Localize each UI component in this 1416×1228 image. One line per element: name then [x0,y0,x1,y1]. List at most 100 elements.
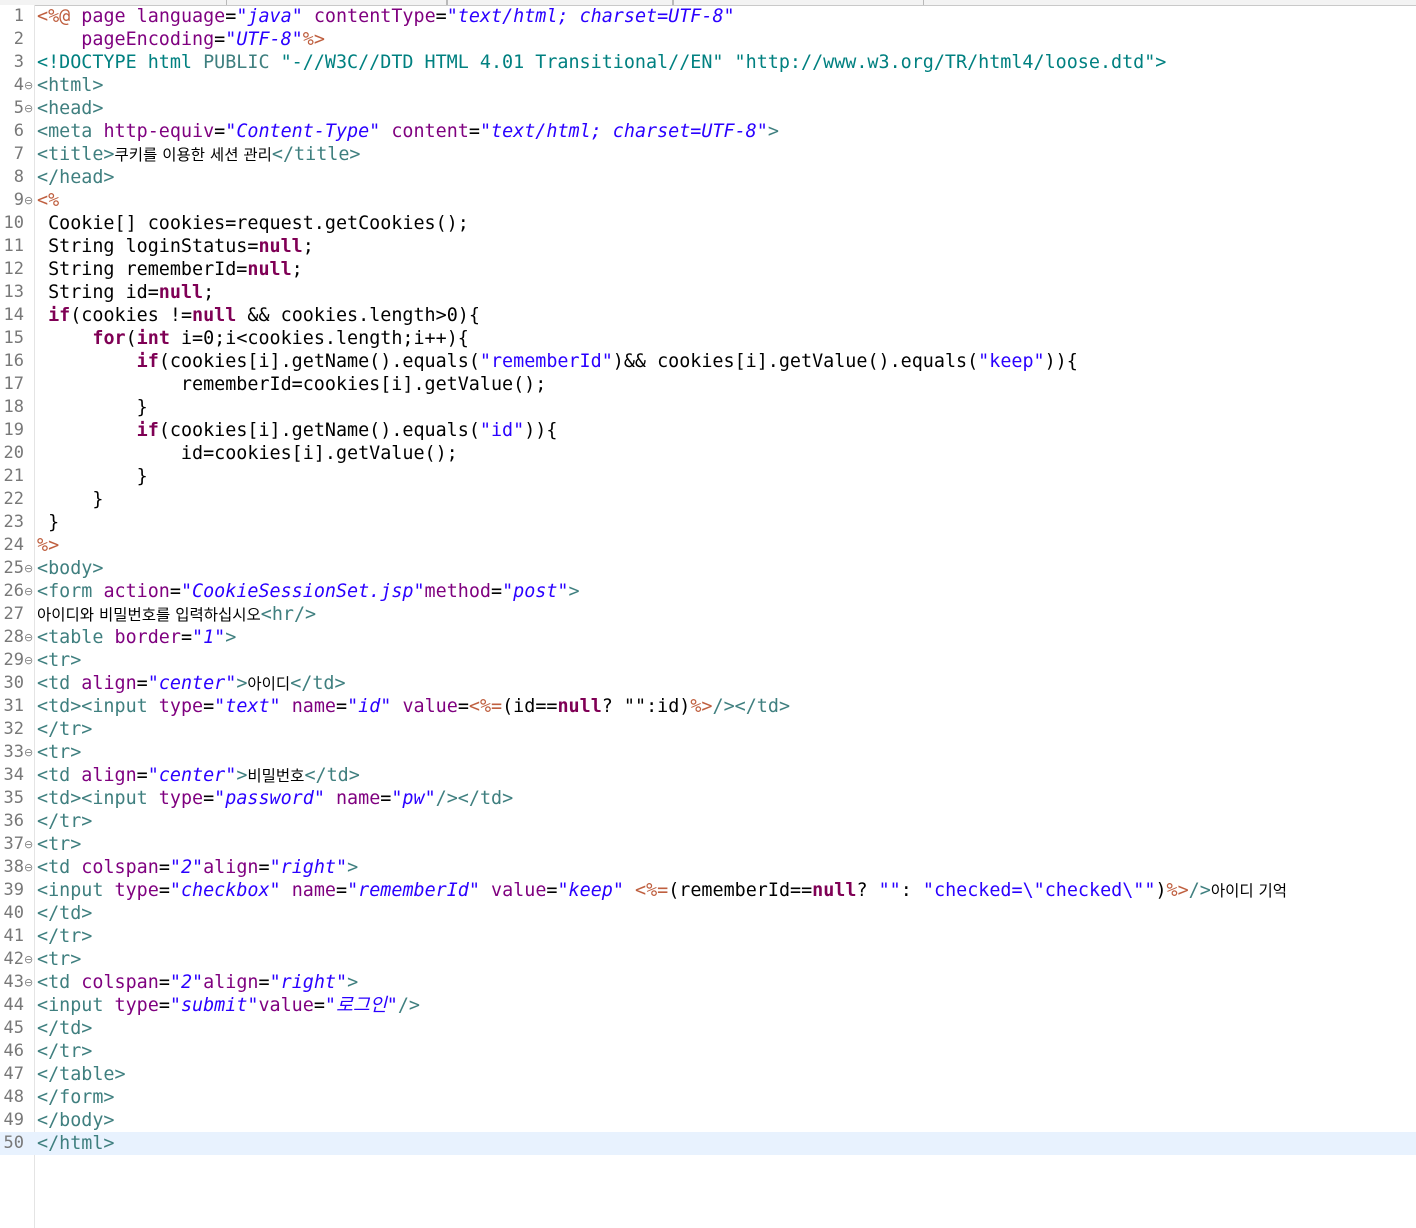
line-number: 12 [3,259,24,279]
code-line[interactable]: 4 ⊖ <html> [0,74,1416,97]
fold-toggle-icon[interactable]: ⊖ [24,856,34,879]
code-line[interactable]: 10 Cookie[] cookies=request.getCookies()… [0,212,1416,235]
code-line[interactable]: 32 </tr> [0,718,1416,741]
code-token: = [136,673,148,694]
line-code: <td align="center">비밀번호</td> [37,764,360,788]
code-line[interactable]: 23 } [0,511,1416,534]
code-token: /> [397,995,420,1016]
code-token: </title> [271,144,361,165]
code-token: > [767,121,779,142]
code-line[interactable]: 27 아이디와 비밀번호를 입력하십시오<hr/> [0,603,1416,626]
code-line[interactable]: 40 </td> [0,902,1416,925]
code-line[interactable]: 8 </head> [0,166,1416,189]
code-token: <%= [635,880,669,901]
line-code: for(int i=0;i<cookies.length;i++){ [37,327,468,350]
line-number: 49 [3,1110,24,1130]
code-line[interactable]: 11 String loginStatus=null; [0,235,1416,258]
code-token: rememberId=cookies[i].getValue(); [37,374,547,395]
code-line[interactable]: 38 ⊖ <td colspan="2"align="right"> [0,856,1416,879]
line-code: <tr> [37,649,81,672]
code-token: ; [291,259,303,280]
code-token: = [457,696,469,717]
code-token: id=cookies[i].getValue(); [37,443,458,464]
fold-toggle-icon[interactable]: ⊖ [24,74,34,97]
fold-toggle-icon[interactable]: ⊖ [24,649,34,672]
code-line[interactable]: 16 if(cookies[i].getName().equals("remem… [0,350,1416,373]
code-line[interactable]: 49 </body> [0,1109,1416,1132]
line-number: 45 [3,1018,24,1038]
code-line[interactable]: 17 rememberId=cookies[i].getValue(); [0,373,1416,396]
code-line[interactable]: 13 String id=null; [0,281,1416,304]
fold-toggle-icon[interactable]: ⊖ [24,189,34,212]
line-code: <tr> [37,741,81,764]
code-line[interactable]: 9 ⊖ <% [0,189,1416,212]
fold-toggle-icon[interactable]: ⊖ [24,580,34,603]
code-line[interactable]: 25 ⊖ <body> [0,557,1416,580]
code-line[interactable]: 39 <input type="checkbox" name="rememberI… [0,879,1416,902]
line-number: 40 [3,903,24,923]
code-line[interactable]: 14 if(cookies !=null && cookies.length>0… [0,304,1416,327]
code-token: type [114,880,159,901]
code-line[interactable]: 46 </tr> [0,1040,1416,1063]
code-line[interactable]: 44 <input type="submit"value="로그인"/> [0,994,1416,1017]
code-line[interactable]: 33 ⊖ <tr> [0,741,1416,764]
code-line[interactable]: 34 <td align="center">비밀번호</td> [0,764,1416,787]
code-line[interactable]: 20 id=cookies[i].getValue(); [0,442,1416,465]
fold-toggle-icon[interactable]: ⊖ [24,97,34,120]
code-line[interactable]: 7 <title>쿠키를 이용한 세션 관리</title> [0,143,1416,166]
code-line[interactable]: 30 <td align="center">아이디</td> [0,672,1416,695]
code-line[interactable]: 12 String rememberId=null; [0,258,1416,281]
code-line[interactable]: 5 ⊖ <head> [0,97,1416,120]
code-line[interactable]: 48 </form> [0,1086,1416,1109]
fold-toggle-icon[interactable]: ⊖ [24,971,34,994]
code-token: } [37,512,60,533]
code-line[interactable]: 35 <td><input type="password" name="pw"/>… [0,787,1416,810]
code-line[interactable]: 28 ⊖ <table border="1"> [0,626,1416,649]
code-line[interactable]: 24 %> [0,534,1416,557]
code-line[interactable]: 37 ⊖ <tr> [0,833,1416,856]
code-line[interactable]: 2 pageEncoding="UTF-8"%> [0,28,1416,51]
code-token: </td> [37,1018,93,1039]
code-token: = [258,972,270,993]
code-line[interactable]: 15 for(int i=0;i<cookies.length;i++){ [0,327,1416,350]
line-code: if(cookies !=null && cookies.length>0){ [37,304,480,327]
fold-toggle-icon[interactable]: ⊖ [24,557,34,580]
code-token: : [900,880,923,901]
line-number: 6 [13,121,24,141]
line-code: } [37,396,148,419]
code-line[interactable]: 26 ⊖ <form action="CookieSessionSet.jsp"me… [0,580,1416,603]
fold-toggle-icon[interactable]: ⊖ [24,741,34,764]
code-line[interactable]: 1 <%@ page language="java" contentType="t… [0,5,1416,28]
code-token: "center" [147,765,237,786]
code-line[interactable]: 41 </tr> [0,925,1416,948]
code-line[interactable]: 42 ⊖ <tr> [0,948,1416,971]
code-line[interactable]: 21 } [0,465,1416,488]
code-line[interactable]: 50 </html> [0,1132,1416,1155]
code-line[interactable]: 6 <meta http-equiv="Content-Type" content… [0,120,1416,143]
code-token: null [247,259,292,280]
code-line[interactable]: 3 <!DOCTYPE html PUBLIC "-//W3C//DTD HTML… [0,51,1416,74]
code-token: action [103,581,170,602]
fold-toggle-icon[interactable]: ⊖ [24,948,34,971]
code-line[interactable]: 29 ⊖ <tr> [0,649,1416,672]
line-number: 39 [3,880,24,900]
fold-toggle-icon[interactable]: ⊖ [24,833,34,856]
code-token: /></td> [435,788,514,809]
line-code: 아이디와 비밀번호를 입력하십시오<hr/> [37,603,316,627]
code-token: align [203,857,259,878]
code-token: null [258,236,303,257]
code-line[interactable]: 45 </td> [0,1017,1416,1040]
code-line[interactable]: 43 ⊖ <td colspan="2"align="right"> [0,971,1416,994]
fold-toggle-icon[interactable]: ⊖ [24,626,34,649]
code-line[interactable]: 19 if(cookies[i].getName().equals("id"))… [0,419,1416,442]
line-number: 19 [3,420,24,440]
code-token: <html> [37,75,104,96]
code-line[interactable]: 31 <td><input type="text" name="id" value… [0,695,1416,718]
code-line[interactable]: 36 </tr> [0,810,1416,833]
code-line[interactable]: 18 } [0,396,1416,419]
code-line[interactable]: 47 </table> [0,1063,1416,1086]
code-token: = [158,972,170,993]
code-line[interactable]: 22 } [0,488,1416,511]
